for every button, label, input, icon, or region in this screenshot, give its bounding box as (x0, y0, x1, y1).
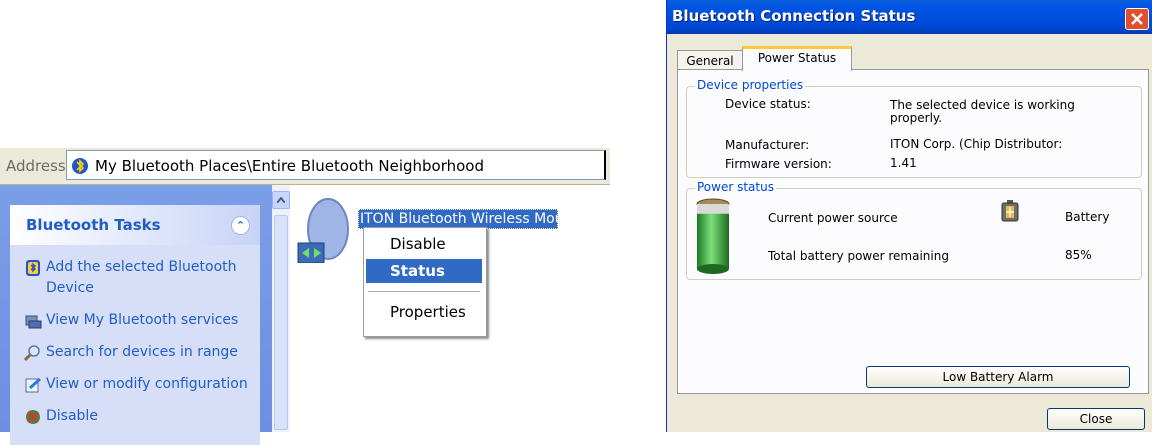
firmware-version-label: Firmware version: (725, 157, 832, 171)
task-list: Add the selected Bluetooth Device View M… (24, 257, 256, 438)
explorer-window: Address My Bluetooth Places\Entire Bluet… (0, 148, 610, 445)
low-battery-alarm-button[interactable]: Low Battery Alarm (866, 366, 1130, 388)
context-menu: Disable Status Properties (363, 227, 487, 337)
bluetooth-places-icon (72, 158, 88, 174)
address-input[interactable]: My Bluetooth Places\Entire Bluetooth Nei… (66, 150, 606, 180)
battery-source-icon (1001, 200, 1019, 222)
collapse-chevron-icon[interactable]: ⌃ (231, 216, 250, 235)
device-status-label: Device status: (725, 97, 811, 111)
search-icon (24, 345, 40, 362)
configuration-icon (25, 377, 42, 393)
power-status-group: Power status Current power source Batter… (686, 180, 1142, 280)
device-properties-group: Device properties Device status: The sel… (686, 78, 1142, 178)
scroll-thumb[interactable] (274, 215, 288, 430)
tab-power-status[interactable]: Power Status (742, 46, 852, 71)
power-status-panel: Device properties Device status: The sel… (677, 69, 1149, 394)
bluetooth-tasks-title: Bluetooth Tasks (26, 216, 161, 234)
task-view-services[interactable]: View My Bluetooth services (24, 310, 256, 331)
menu-item-status[interactable]: Status (366, 259, 482, 283)
power-source-label: Current power source (768, 211, 898, 225)
bluetooth-services-icon (25, 315, 42, 329)
manufacturer-label: Manufacturer: (725, 138, 810, 152)
tab-general[interactable]: General (677, 50, 743, 70)
title-close-button[interactable] (1125, 8, 1149, 30)
chevron-up-icon (277, 197, 285, 203)
power-status-title: Power status (695, 180, 776, 194)
task-pane: Bluetooth Tasks ⌃ Add the selected Bluet… (0, 185, 272, 445)
task-label: View My Bluetooth services (46, 312, 239, 328)
tab-strip: General Power Status (677, 46, 1147, 71)
vertical-scrollbar[interactable] (272, 185, 290, 432)
close-icon (1131, 13, 1143, 25)
battery-remaining-value: 85% (1065, 248, 1092, 262)
task-label: Disable (46, 408, 98, 424)
battery-remaining-label: Total battery power remaining (768, 249, 949, 263)
close-button[interactable]: Close (1047, 408, 1145, 430)
task-label: View or modify configuration (46, 376, 248, 392)
power-source-value: Battery (1065, 210, 1110, 224)
device-item-label[interactable]: ITON Bluetooth Wireless Mouse (358, 209, 558, 229)
close-button-label: Close (1079, 412, 1113, 426)
menu-item-properties[interactable]: Properties (366, 300, 482, 324)
task-label: Add the selected Bluetooth Device (46, 259, 237, 296)
scroll-up-button[interactable] (272, 191, 290, 209)
address-value: My Bluetooth Places\Entire Bluetooth Nei… (95, 157, 485, 175)
task-label: Search for devices in range (46, 344, 238, 360)
manufacturer-value: ITON Corp. (Chip Distributor: (890, 138, 1063, 151)
device-status-value: The selected device is working properly. (890, 98, 1075, 125)
disable-icon (26, 410, 40, 424)
bluetooth-add-icon (26, 260, 40, 276)
menu-item-disable[interactable]: Disable (366, 232, 482, 256)
task-disable[interactable]: Disable (24, 406, 256, 427)
dialog-title: Bluetooth Connection Status (672, 7, 916, 25)
bluetooth-tasks-panel: Bluetooth Tasks ⌃ Add the selected Bluet… (10, 205, 260, 445)
address-bar: Address My Bluetooth Places\Entire Bluet… (0, 148, 610, 185)
firmware-version-value: 1.41 (890, 156, 917, 170)
battery-level-icon (696, 198, 730, 274)
wireless-mouse-icon[interactable] (294, 193, 360, 263)
device-properties-title: Device properties (695, 78, 806, 92)
task-modify-configuration[interactable]: View or modify configuration (24, 374, 256, 395)
bluetooth-tasks-header[interactable]: Bluetooth Tasks ⌃ (10, 205, 260, 245)
address-label: Address (6, 157, 66, 175)
task-add-device[interactable]: Add the selected Bluetooth Device (24, 257, 256, 299)
title-bar[interactable]: Bluetooth Connection Status (667, 0, 1152, 34)
task-search-devices[interactable]: Search for devices in range (24, 342, 256, 363)
menu-separator (368, 291, 480, 292)
bluetooth-status-dialog: Bluetooth Connection Status General Powe… (666, 0, 1152, 432)
